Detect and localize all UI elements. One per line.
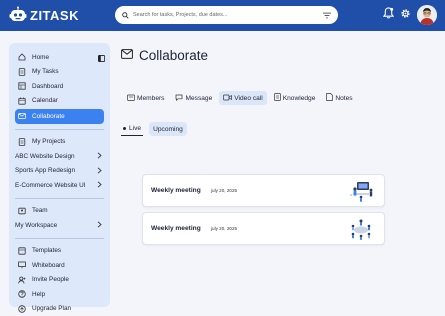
sidebar-item-label: Invite People	[32, 276, 69, 284]
tasks-icon	[17, 67, 26, 76]
video-icon	[223, 94, 234, 103]
search-icon	[122, 6, 129, 24]
sidebar-item-label: Whiteboard	[32, 261, 65, 269]
tab-label: Video call	[234, 94, 263, 102]
project-label: Sports App Redesign	[15, 167, 76, 175]
sidebar-divider	[15, 128, 104, 130]
sidebar-item-home[interactable]: Home	[15, 50, 104, 65]
sidebar-item-dashboard[interactable]: Dashboard	[15, 79, 104, 94]
filter-icon[interactable]	[323, 6, 331, 24]
sidebar-item-label: My Tasks	[32, 68, 59, 76]
subtab-label: Live	[129, 125, 142, 132]
projects-icon	[17, 137, 26, 146]
tab-label: Message	[185, 94, 213, 102]
tab-label: Notes	[335, 94, 353, 102]
tab-label: Knowledge	[282, 94, 316, 102]
sidebar-item-label: My Projects	[32, 138, 66, 146]
chevron-right-icon	[97, 221, 102, 230]
top-bar: ZITASK	[0, 0, 445, 31]
sidebar-item-team[interactable]: Team	[15, 204, 104, 219]
app-logo[interactable]: ZITASK	[9, 6, 79, 24]
sidebar-item-label: Home	[32, 53, 50, 61]
user-avatar[interactable]	[417, 5, 437, 25]
tab-knowledge[interactable]: Knowledge	[270, 91, 320, 105]
bell-icon[interactable]	[382, 6, 395, 24]
tab-members[interactable]: Members	[123, 91, 168, 105]
sidebar-project-sports-app-redesign[interactable]: Sports App Redesign	[15, 164, 104, 179]
notes-icon	[326, 93, 335, 103]
meeting-date: july 20, 2025	[211, 226, 238, 231]
subtab-upcoming[interactable]: Upcoming	[149, 122, 187, 136]
main-content: Collaborate Members Message Video call K…	[121, 43, 441, 245]
sidebar-item-whiteboard[interactable]: Whiteboard	[15, 258, 104, 273]
sidebar-item-help[interactable]: Help	[15, 287, 104, 302]
invite-icon	[17, 275, 26, 284]
mail-icon	[121, 46, 133, 64]
meeting-card[interactable]: Weekly meeting july 20, 2025	[142, 212, 385, 245]
sidebar-project-abc-website-design[interactable]: ABC Website Design	[15, 149, 104, 164]
project-label: E-Commerce Website UI	[15, 181, 86, 189]
sidebar-item-label: Collaborate	[32, 112, 65, 120]
sidebar-item-upgrade-plan[interactable]: Upgrade Plan	[15, 302, 104, 316]
sidebar-divider	[15, 237, 104, 239]
search-input[interactable]	[133, 12, 323, 18]
gear-icon[interactable]	[400, 6, 411, 24]
meeting-date: july 20, 2025	[211, 188, 238, 193]
robot-logo-icon	[9, 6, 27, 24]
dashboard-icon	[17, 82, 26, 91]
chevron-right-icon	[97, 181, 102, 190]
meeting-card[interactable]: Weekly meeting july 20, 2025	[142, 174, 385, 207]
sidebar-item-invite-people[interactable]: Invite People	[15, 273, 104, 288]
page-title: Collaborate	[139, 47, 209, 63]
sidebar-item-collaborate[interactable]: Collaborate	[15, 109, 104, 124]
templates-icon	[17, 246, 26, 255]
sidebar-item-calendar[interactable]: Calendar	[15, 94, 104, 109]
tab-bar: Members Message Video call Knowledge Not…	[123, 91, 360, 105]
sidebar-item-templates[interactable]: Templates	[15, 244, 104, 259]
calendar-icon	[17, 96, 26, 105]
sidebar-item-label: Dashboard	[32, 82, 64, 90]
sidebar-item-my-tasks[interactable]: My Tasks	[15, 65, 104, 80]
sidebar-project-ecommerce-website-ui[interactable]: E-Commerce Website UI	[15, 178, 104, 193]
sidebar-item-my-projects[interactable]: My Projects	[15, 135, 104, 150]
meeting-illustration-icon	[348, 218, 374, 245]
meeting-illustration-icon	[348, 180, 374, 207]
subtab-bar: Live Upcoming	[121, 122, 193, 136]
chevron-right-icon	[97, 166, 102, 176]
subtab-live[interactable]: Live	[121, 122, 144, 136]
sidebar-divider	[15, 197, 104, 199]
whiteboard-icon	[17, 261, 26, 270]
app-name: ZITASK	[30, 7, 79, 23]
tab-notes[interactable]: Notes	[322, 91, 356, 105]
home-icon	[17, 53, 26, 62]
upgrade-icon	[17, 304, 26, 313]
message-icon	[175, 94, 185, 103]
sidebar-item-label: Upgrade Plan	[32, 305, 72, 313]
knowledge-icon	[273, 93, 283, 103]
sidebar-item-label: My Workspace	[15, 221, 58, 229]
project-label: ABC Website Design	[15, 152, 75, 160]
subtab-label: Upcoming	[153, 125, 183, 133]
sidebar-item-label: Templates	[32, 247, 62, 255]
members-icon	[127, 94, 137, 103]
tab-video-call[interactable]: Video call	[219, 91, 267, 105]
sidebar-item-label: Team	[32, 207, 48, 215]
meeting-title: Weekly meeting	[151, 187, 201, 194]
chevron-right-icon	[97, 152, 102, 161]
team-icon	[17, 206, 26, 215]
meeting-title: Weekly meeting	[151, 225, 201, 232]
tab-label: Members	[137, 94, 165, 102]
sidebar-item-my-workspace[interactable]: My Workspace	[15, 218, 104, 233]
search-bar[interactable]	[115, 6, 338, 24]
sidebar-item-label: Help	[32, 290, 46, 298]
tab-message[interactable]: Message	[171, 91, 216, 105]
live-dot-icon	[123, 127, 126, 130]
sidebar: Home My Tasks Dashboard Calendar Collabo…	[9, 43, 110, 313]
collaborate-icon	[17, 112, 26, 121]
sidebar-item-label: Calendar	[32, 97, 58, 105]
help-icon	[17, 290, 26, 299]
